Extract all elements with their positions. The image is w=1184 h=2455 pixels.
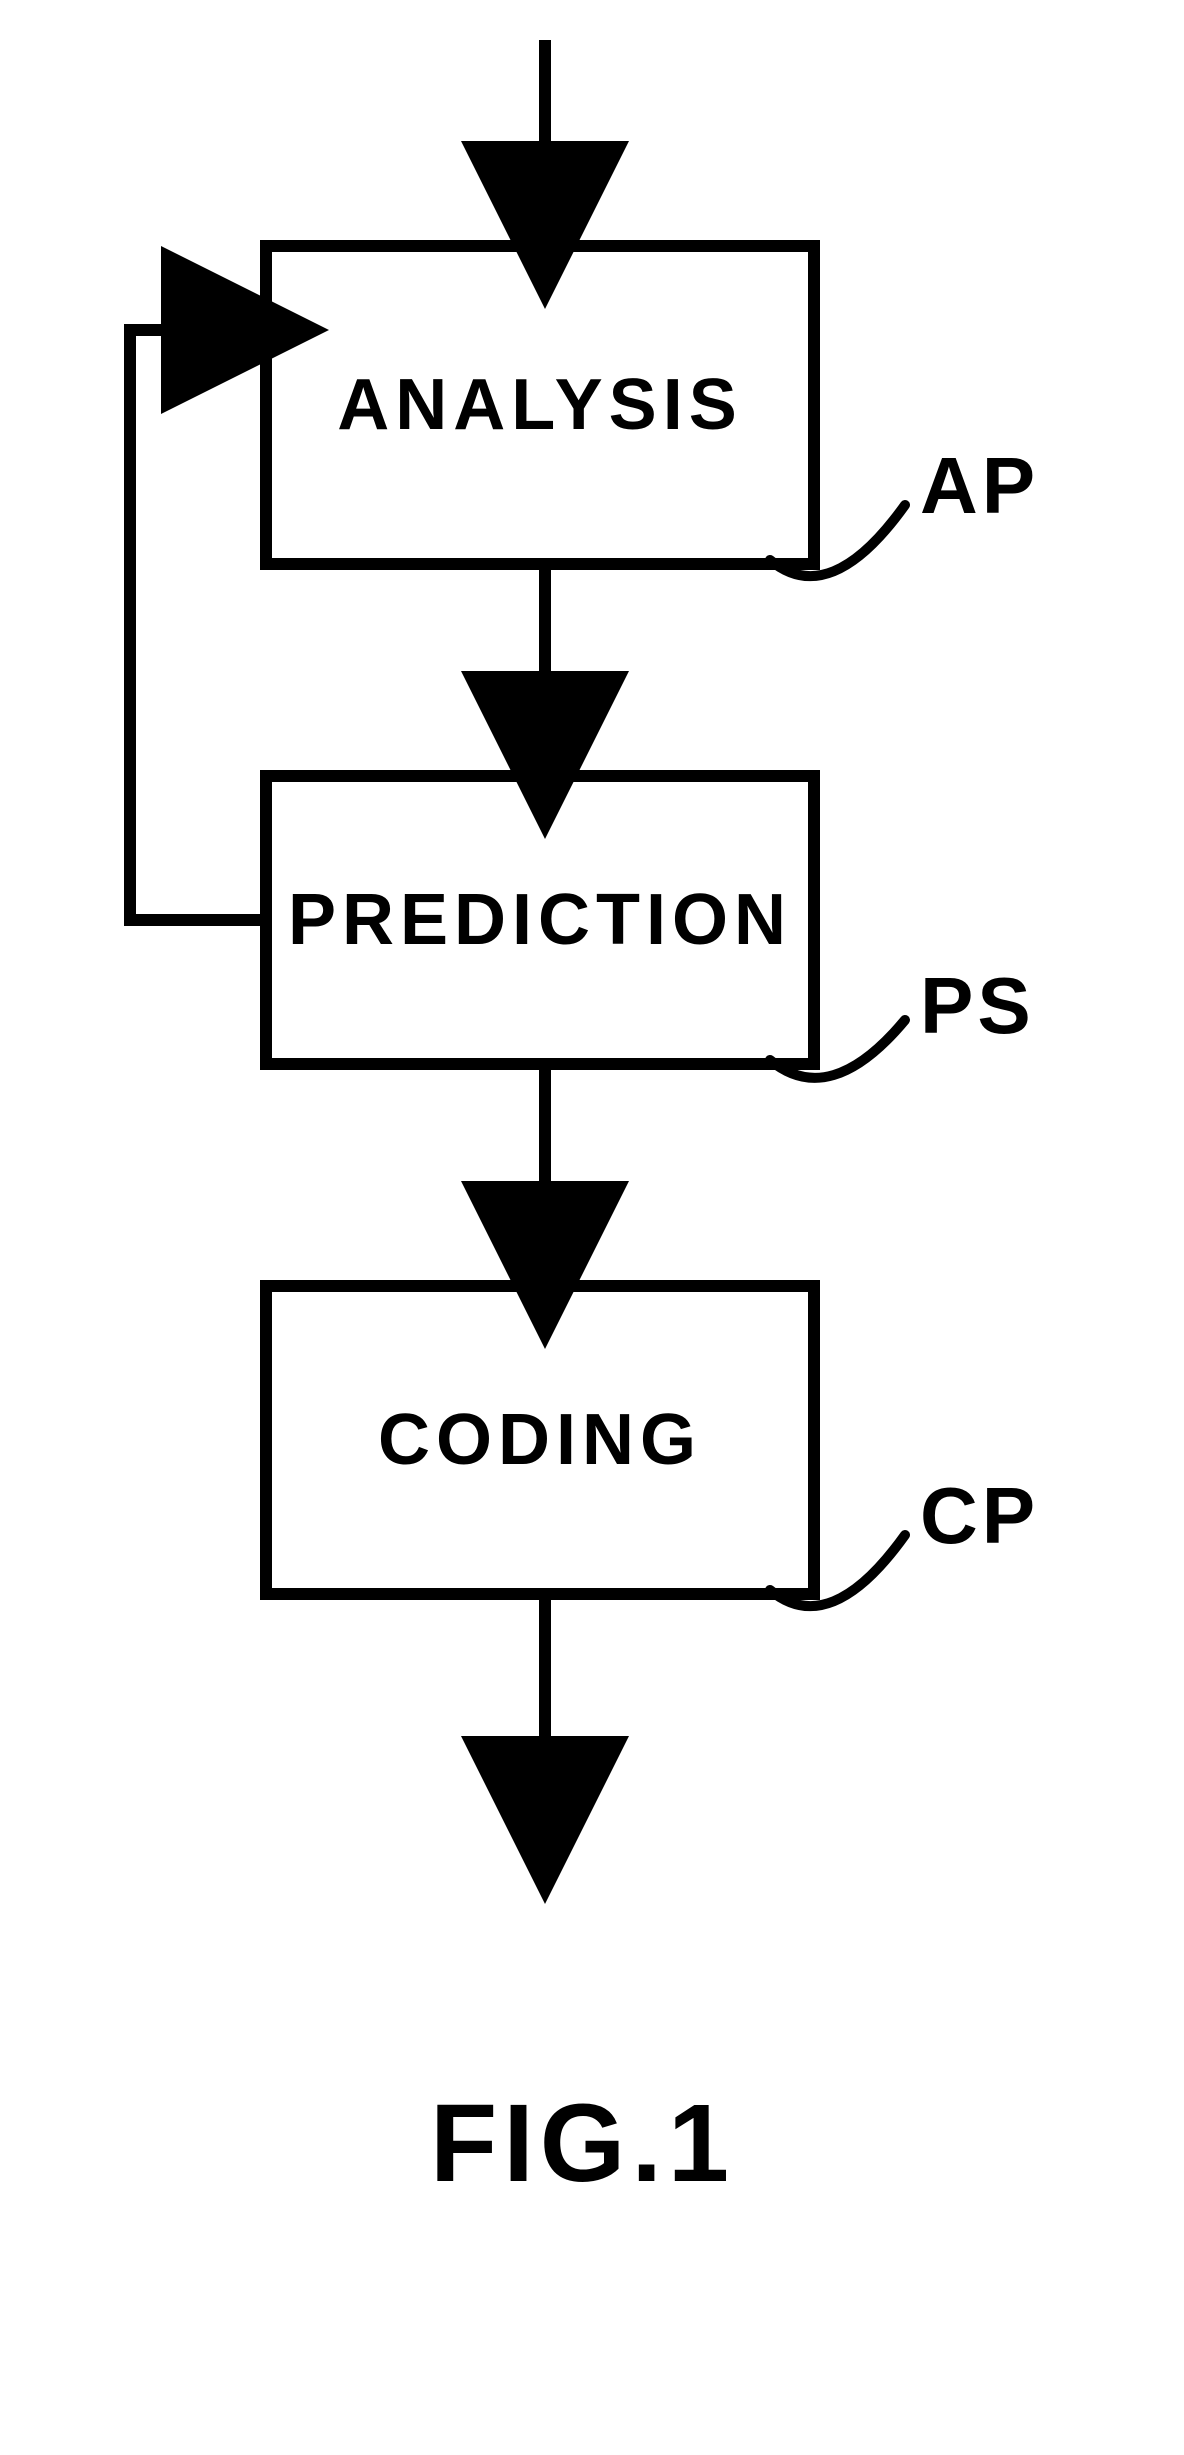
coding-label: CODING [378, 1399, 702, 1481]
feedback-loop [130, 330, 260, 920]
coding-tag: CP [920, 1470, 1039, 1562]
prediction-tag: PS [920, 960, 1035, 1052]
analysis-block: ANALYSIS [260, 240, 820, 570]
analysis-label: ANALYSIS [337, 364, 742, 446]
coding-block: CODING [260, 1280, 820, 1600]
prediction-block: PREDICTION [260, 770, 820, 1070]
prediction-label: PREDICTION [288, 879, 792, 961]
analysis-tag: AP [920, 440, 1039, 532]
figure-caption: FIG.1 [430, 2080, 735, 2207]
diagram-canvas: ANALYSIS PREDICTION CODING AP PS CP FIG.… [0, 0, 1184, 2455]
